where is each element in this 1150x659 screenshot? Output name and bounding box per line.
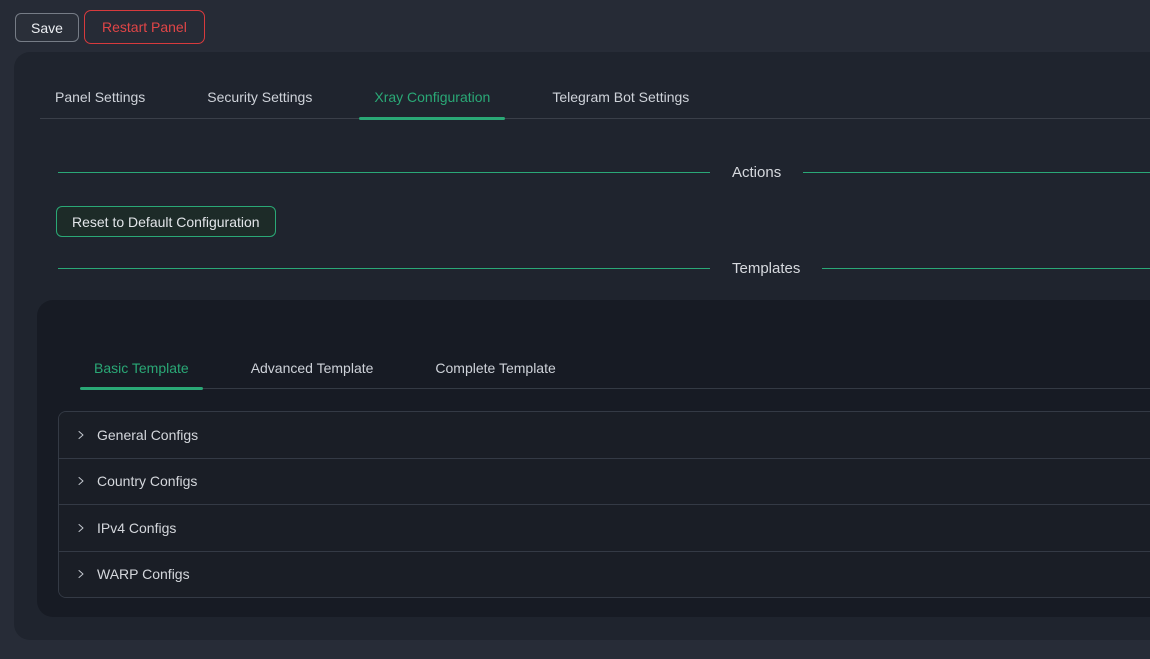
accordion-label: Country Configs: [97, 473, 197, 489]
tab-panel-settings[interactable]: Panel Settings: [55, 76, 145, 118]
accordion-general-configs[interactable]: General Configs: [59, 412, 1150, 458]
save-button[interactable]: Save: [15, 13, 79, 42]
app-viewport: Save Restart Panel Panel Settings Securi…: [0, 0, 1150, 659]
divider-line: [803, 172, 1150, 173]
divider-line: [822, 268, 1150, 269]
accordion-country-configs[interactable]: Country Configs: [59, 458, 1150, 505]
divider-line: [58, 172, 710, 173]
templates-section-divider: Templates: [58, 257, 1150, 279]
actions-section-divider: Actions: [58, 161, 1150, 183]
settings-card: Panel Settings Security Settings Xray Co…: [14, 52, 1150, 640]
templates-section-title: Templates: [710, 260, 822, 277]
tab-complete-template[interactable]: Complete Template: [435, 347, 555, 388]
chevron-right-icon: [75, 475, 87, 487]
chevron-right-icon: [75, 429, 87, 441]
chevron-right-icon: [75, 568, 87, 580]
accordion-label: IPv4 Configs: [97, 520, 176, 536]
tab-basic-template[interactable]: Basic Template: [94, 347, 189, 388]
template-tab-bar: Basic Template Advanced Template Complet…: [80, 347, 1150, 389]
accordion-label: General Configs: [97, 427, 198, 443]
restart-panel-button[interactable]: Restart Panel: [84, 10, 205, 44]
chevron-right-icon: [75, 522, 87, 534]
settings-tab-bar: Panel Settings Security Settings Xray Co…: [40, 76, 1150, 119]
actions-section-title: Actions: [710, 164, 803, 181]
tab-security-settings[interactable]: Security Settings: [207, 76, 312, 118]
tab-advanced-template[interactable]: Advanced Template: [251, 347, 374, 388]
config-accordion: General Configs Country Configs IPv4 Con…: [58, 411, 1150, 598]
reset-default-configuration-button[interactable]: Reset to Default Configuration: [56, 206, 276, 237]
topbar: Save Restart Panel: [0, 0, 1150, 50]
tab-telegram-bot-settings[interactable]: Telegram Bot Settings: [552, 76, 689, 118]
divider-line: [58, 268, 710, 269]
accordion-label: WARP Configs: [97, 566, 190, 582]
tab-xray-configuration[interactable]: Xray Configuration: [374, 76, 490, 118]
templates-card: Basic Template Advanced Template Complet…: [37, 300, 1150, 617]
accordion-warp-configs[interactable]: WARP Configs: [59, 551, 1150, 598]
accordion-ipv4-configs[interactable]: IPv4 Configs: [59, 504, 1150, 551]
